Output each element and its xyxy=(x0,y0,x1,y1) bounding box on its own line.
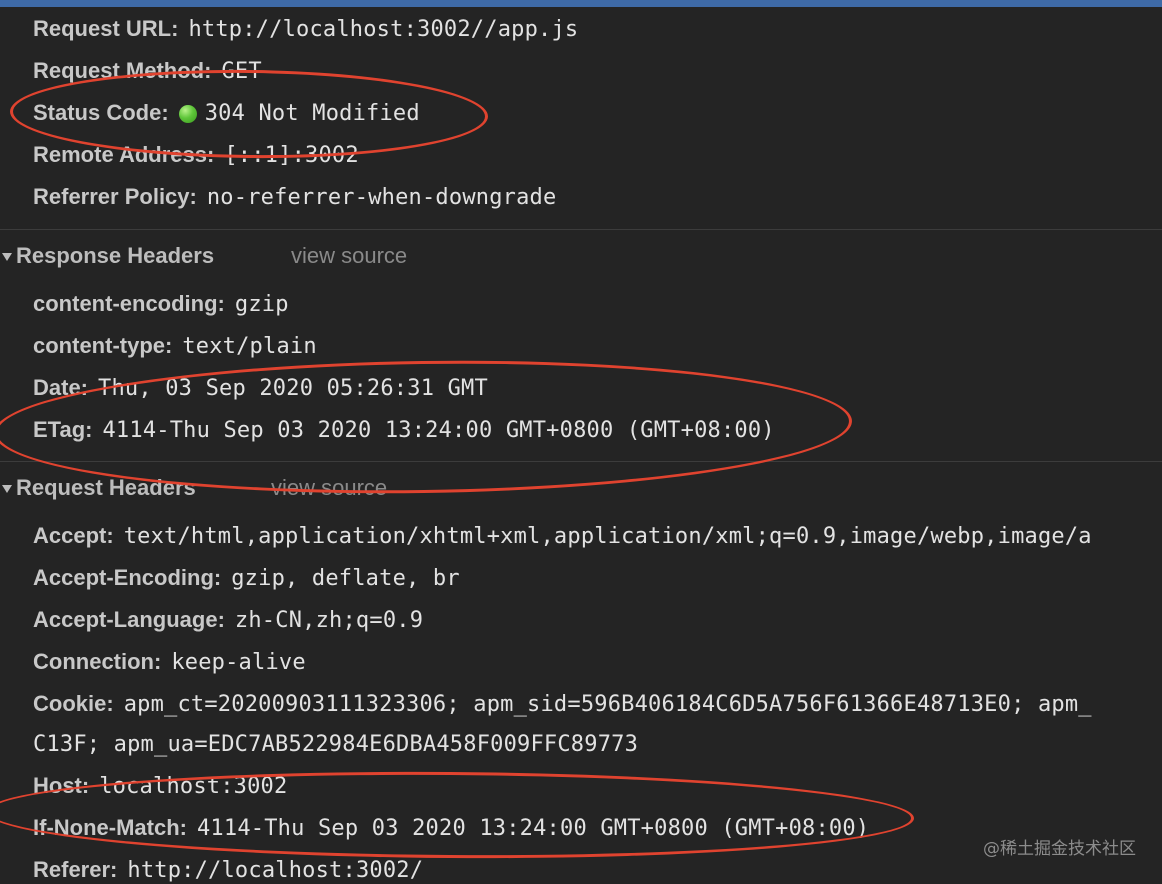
header-value: http://localhost:3002//app.js xyxy=(188,17,579,42)
header-key: Remote Address: xyxy=(33,142,215,167)
request-header-row: Accept-Language: zh-CN,zh;q=0.9 xyxy=(0,599,1162,641)
header-key: Host: xyxy=(33,773,90,798)
expand-triangle-icon xyxy=(2,485,12,494)
status-ok-icon xyxy=(178,105,197,124)
header-value: gzip, deflate, br xyxy=(231,566,460,591)
request-header-row-cookie: Cookie: apm_ct=20200903111323306; apm_si… xyxy=(0,683,1162,725)
header-key: Accept-Language: xyxy=(33,607,225,632)
header-value: text/html,application/xhtml+xml,applicat… xyxy=(123,524,1092,549)
header-value: http://localhost:3002/ xyxy=(127,858,424,883)
header-value: 304 Not Modified xyxy=(204,101,420,126)
section-title: Response Headers xyxy=(16,243,215,268)
expand-triangle-icon xyxy=(2,253,12,262)
header-key: Request Method: xyxy=(33,58,212,83)
header-value: gzip xyxy=(234,292,289,317)
devtools-headers-panel: Request URL: http://localhost:3002//app.… xyxy=(0,0,1162,884)
request-headers-toggle[interactable]: Request Headers view source xyxy=(0,467,1162,509)
section-divider xyxy=(0,461,1162,462)
header-key: content-encoding: xyxy=(33,291,225,316)
request-header-row: Accept-Encoding: gzip, deflate, br xyxy=(0,557,1162,599)
header-value: localhost:3002 xyxy=(99,774,288,799)
header-value: 4114-Thu Sep 03 2020 13:24:00 GMT+0800 (… xyxy=(196,816,870,841)
watermark-text: @稀土掘金技术社区 xyxy=(983,839,1136,859)
header-value: no-referrer-when-downgrade xyxy=(206,185,557,210)
header-key: content-type: xyxy=(33,333,173,358)
request-header-row: Connection: keep-alive xyxy=(0,641,1162,683)
header-value: [::1]:3002 xyxy=(224,143,359,168)
response-header-row: content-type: text/plain xyxy=(0,325,1162,367)
general-row-request-method: Request Method: GET xyxy=(0,50,1162,92)
header-value: GET xyxy=(221,59,262,84)
section-title: Request Headers xyxy=(16,475,196,500)
header-key: Referer: xyxy=(33,857,118,882)
request-header-row: Host: localhost:3002 xyxy=(0,765,1162,807)
header-key: Accept: xyxy=(33,523,114,548)
response-header-row: content-encoding: gzip xyxy=(0,283,1162,325)
request-header-row: Accept: text/html,application/xhtml+xml,… xyxy=(0,515,1162,557)
response-header-row: Date: Thu, 03 Sep 2020 05:26:31 GMT xyxy=(0,367,1162,409)
response-view-source-link[interactable]: view source xyxy=(291,235,407,277)
general-row-status-code: Status Code: 304 Not Modified xyxy=(0,92,1162,134)
header-key: Request URL: xyxy=(33,16,179,41)
general-row-request-url: Request URL: http://localhost:3002//app.… xyxy=(0,8,1162,50)
request-header-row-cookie-cont: C13F; apm_ua=EDC7AB522984E6DBA458F009FFC… xyxy=(0,723,1162,765)
general-row-referrer-policy: Referrer Policy: no-referrer-when-downgr… xyxy=(0,176,1162,218)
header-value: apm_ct=20200903111323306; apm_sid=596B40… xyxy=(123,692,1092,717)
header-key: If-None-Match: xyxy=(33,815,187,840)
header-value: text/plain xyxy=(182,334,317,359)
header-key: ETag: xyxy=(33,417,93,442)
header-value: zh-CN,zh;q=0.9 xyxy=(234,608,424,633)
request-view-source-link[interactable]: view source xyxy=(271,467,387,509)
response-headers-toggle[interactable]: Response Headers view source xyxy=(0,235,1162,277)
header-value: 4114-Thu Sep 03 2020 13:24:00 GMT+0800 (… xyxy=(102,418,775,443)
header-value: keep-alive xyxy=(171,650,306,675)
header-key: Referrer Policy: xyxy=(33,184,197,209)
header-value: Thu, 03 Sep 2020 05:26:31 GMT xyxy=(98,376,488,401)
general-row-remote-address: Remote Address: [::1]:3002 xyxy=(0,134,1162,176)
selected-request-bar xyxy=(0,0,1162,7)
header-key: Date: xyxy=(33,375,89,400)
header-key: Connection: xyxy=(33,649,162,674)
section-divider xyxy=(0,229,1162,230)
header-key: Cookie: xyxy=(33,691,114,716)
header-value: C13F; apm_ua=EDC7AB522984E6DBA458F009FFC… xyxy=(33,732,639,757)
header-key: Status Code: xyxy=(33,100,169,125)
response-header-row-etag: ETag: 4114-Thu Sep 03 2020 13:24:00 GMT+… xyxy=(0,409,1162,451)
header-key: Accept-Encoding: xyxy=(33,565,222,590)
